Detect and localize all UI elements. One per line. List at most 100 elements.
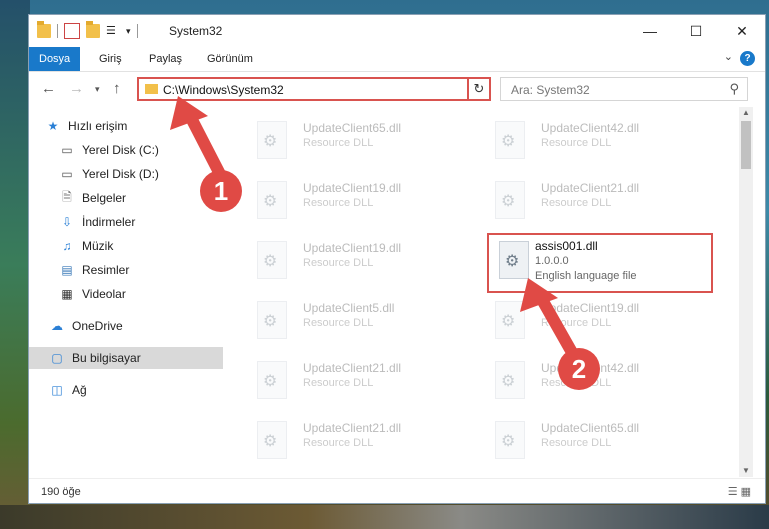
file-name: UpdateClient19.dll [303, 181, 402, 195]
sidebar-item-onedrive[interactable]: ☁ OneDrive [29, 315, 243, 337]
sidebar-item-label: Belgeler [82, 191, 127, 205]
navigation-bar: ← → ▾ ↑ C:\Windows\System32 ⌄ ↻ Ara: Sys… [29, 72, 765, 106]
file-name: UpdateClient42.dll [541, 121, 640, 135]
scroll-down-icon[interactable]: ▼ [739, 465, 753, 477]
status-bar: 190 öğe ☰ ▦ [29, 478, 765, 503]
file-name: UpdateClient19.dll [541, 301, 640, 315]
dll-file-icon [257, 241, 287, 279]
close-button[interactable]: ✕ [719, 15, 765, 47]
scroll-up-icon[interactable]: ▲ [739, 107, 753, 119]
cloud-icon: ☁ [51, 319, 63, 333]
maximize-button[interactable]: ☐ [673, 15, 719, 47]
sidebar-item-label: Videolar [82, 287, 126, 301]
file-tile[interactable]: UpdateClient65.dll Resource DLL [229, 113, 449, 161]
file-tile[interactable]: UpdateClient19.dll Resource DLL [229, 173, 449, 221]
search-icon: ⚲ [729, 81, 739, 96]
forward-arrow-icon[interactable]: → [69, 80, 84, 97]
computer-icon: ▢ [51, 351, 63, 365]
customize-icon[interactable]: ☰ [106, 24, 120, 38]
dll-file-icon [257, 361, 287, 399]
video-icon: ▦ [61, 287, 73, 301]
file-description: Resource DLL [303, 437, 374, 449]
sidebar-item-this-pc[interactable]: ▢ Bu bilgisayar [29, 347, 243, 369]
expand-ribbon-icon[interactable]: ⌄ [724, 50, 733, 63]
documents-icon: 🗎 [62, 189, 72, 204]
file-tile[interactable]: UpdateClient5.dll Resource DLL [229, 293, 449, 341]
scroll-thumb[interactable] [741, 121, 751, 169]
dll-file-icon [499, 241, 529, 279]
divider [57, 24, 58, 38]
search-input[interactable]: Ara: System32 ⚲ [500, 77, 748, 101]
step-1-badge: 1 [200, 170, 242, 212]
item-count: 190 öğe [41, 486, 81, 498]
music-icon: ♫ [62, 239, 72, 253]
file-description: Resource DLL [541, 437, 612, 449]
chevron-down-icon[interactable]: ▾ [126, 26, 131, 37]
address-path: C:\Windows\System32 [163, 83, 284, 97]
file-tile[interactable]: UpdateClient19.dll Resource DLL [229, 233, 449, 281]
sidebar-item-quick-access[interactable]: ★ Hızlı erişim [29, 115, 239, 137]
title-bar: ☰ ▾ System32 — ☐ ✕ [29, 15, 765, 47]
file-name: UpdateClient65.dll [541, 421, 640, 435]
file-description: Resource DLL [303, 257, 374, 269]
sidebar-item-videos[interactable]: ▦ Videolar ✜ [29, 283, 253, 305]
tab-view[interactable]: Görünüm [197, 47, 263, 71]
sidebar-item-label: Hızlı erişim [68, 119, 128, 133]
file-name: UpdateClient21.dll [541, 181, 640, 195]
sidebar-item-label: Ağ [72, 383, 87, 397]
minimize-button[interactable]: — [627, 15, 673, 47]
window-title: System32 [169, 24, 223, 38]
back-arrow-icon[interactable]: ← [41, 80, 56, 97]
file-tile-highlighted[interactable]: assis001.dll 1.0.0.0 English language fi… [487, 233, 713, 293]
file-name: UpdateClient21.dll [303, 421, 402, 435]
dll-file-icon [495, 121, 525, 159]
view-toggle-icons[interactable]: ☰ ▦ [728, 485, 751, 498]
file-description: Resource DLL [303, 317, 374, 329]
tab-file[interactable]: Dosya [29, 47, 81, 71]
drive-icon: ▭ [61, 143, 73, 157]
new-folder-icon[interactable] [86, 21, 100, 38]
up-arrow-icon[interactable]: ↑ [113, 80, 121, 97]
dll-file-icon [257, 181, 287, 219]
file-description: Resource DLL [303, 197, 374, 209]
tab-home[interactable]: Giriş [89, 47, 132, 71]
recent-locations-icon[interactable]: ▾ [95, 84, 100, 95]
dll-file-icon [257, 301, 287, 339]
desktop-background [0, 0, 30, 529]
dll-file-icon [495, 301, 525, 339]
search-placeholder: Ara: System32 [511, 83, 590, 97]
file-description: English language file [535, 270, 637, 282]
folder-icon [145, 84, 158, 94]
download-icon: ⇩ [61, 215, 73, 229]
vertical-scrollbar[interactable]: ▲ ▼ [739, 107, 753, 477]
star-icon: ★ [47, 119, 59, 133]
help-icon[interactable]: ? [740, 51, 755, 66]
file-description: Resource DLL [303, 377, 374, 389]
sidebar-item-pictures[interactable]: ▤ Resimler ✜ [29, 259, 253, 281]
sidebar-item-label: OneDrive [72, 319, 123, 333]
refresh-button[interactable]: ↻ [467, 77, 491, 101]
file-name: UpdateClient21.dll [303, 361, 402, 375]
taskbar-area [0, 505, 769, 529]
file-tile[interactable]: UpdateClient21.dll Resource DLL [229, 413, 449, 461]
dll-file-icon [257, 121, 287, 159]
tab-share[interactable]: Paylaş [139, 47, 192, 71]
file-tile[interactable]: UpdateClient21.dll Resource DLL [467, 173, 687, 221]
file-tile[interactable]: UpdateClient65.dll Resource DLL [467, 413, 687, 461]
file-tile[interactable]: UpdateClient21.dll Resource DLL [229, 353, 449, 401]
file-tile[interactable]: UpdateClient19.dll Resource DLL [467, 293, 687, 341]
file-tile[interactable]: UpdateClient42.dll Resource DLL [467, 113, 687, 161]
file-description: Resource DLL [541, 137, 612, 149]
sidebar-item-label: Yerel Disk (D:) [82, 167, 159, 181]
drive-icon: ▭ [61, 167, 73, 181]
sidebar-item-music[interactable]: ♫ Müzik ✜ [29, 235, 253, 257]
properties-icon[interactable] [64, 23, 80, 39]
address-bar[interactable]: C:\Windows\System32 ⌄ [137, 77, 489, 101]
pictures-icon: ▤ [61, 263, 73, 277]
file-description: Resource DLL [541, 197, 612, 209]
sidebar-item-network[interactable]: ◫ Ağ [29, 379, 243, 401]
sidebar-item-disk-c[interactable]: ▭ Yerel Disk (C:) ✜ [29, 139, 253, 161]
sidebar-item-downloads[interactable]: ⇩ İndirmeler ✜ [29, 211, 253, 233]
sidebar-item-label: İndirmeler [82, 215, 136, 229]
sidebar-item-label: Bu bilgisayar [72, 351, 141, 365]
